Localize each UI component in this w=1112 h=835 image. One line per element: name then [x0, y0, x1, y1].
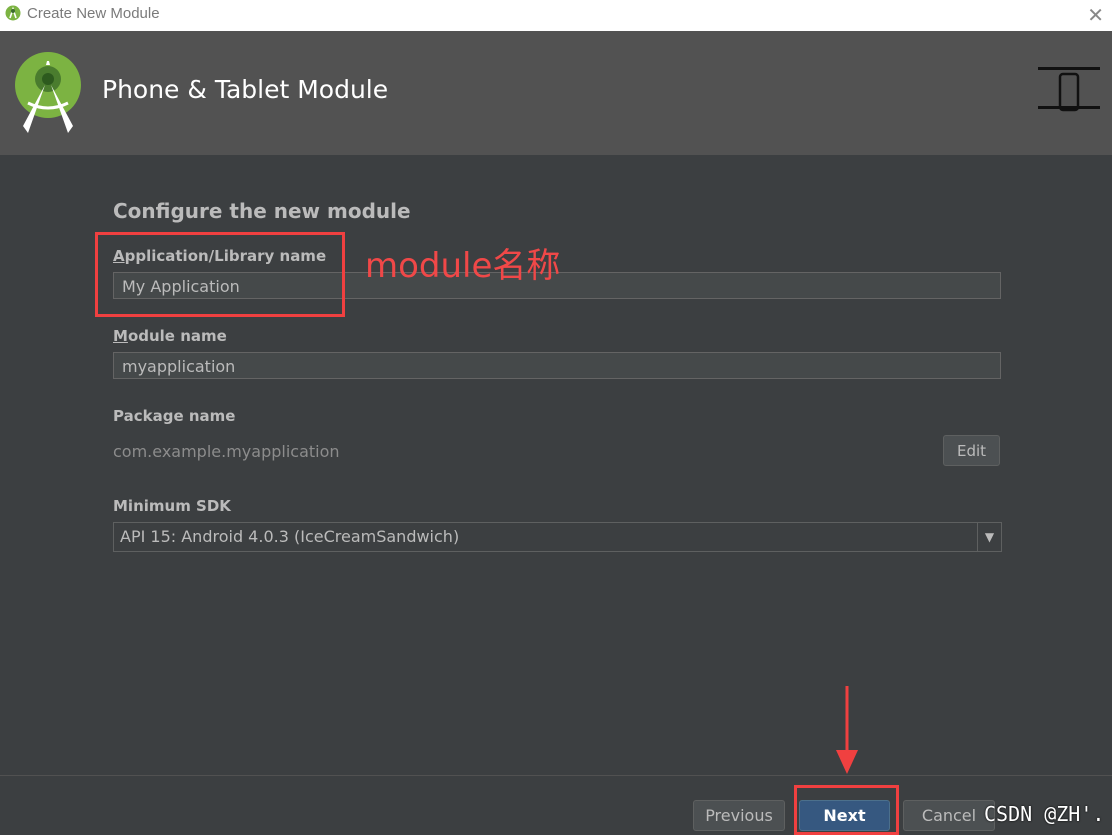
watermark: CSDN @ZH'. [984, 802, 1105, 826]
min-sdk-value: API 15: Android 4.0.3 (IceCreamSandwich) [120, 527, 460, 546]
cancel-button[interactable]: Cancel [903, 800, 995, 831]
dropdown-arrow-icon[interactable]: ▼ [977, 523, 1001, 551]
annotation-box-app-name [95, 232, 345, 317]
window-titlebar: Create New Module ✕ [0, 0, 1112, 31]
section-title: Configure the new module [113, 199, 411, 223]
wizard-footer: Previous Next Cancel [0, 776, 1112, 835]
package-name-value: com.example.myapplication [113, 442, 340, 461]
wizard-header: Phone & Tablet Module [0, 31, 1112, 155]
min-sdk-select[interactable]: API 15: Android 4.0.3 (IceCreamSandwich)… [113, 522, 1002, 552]
phone-tablet-icon [1038, 67, 1100, 112]
annotation-box-next [794, 785, 899, 835]
module-name-label: Module name [113, 327, 227, 345]
module-name-input[interactable]: myapplication [113, 352, 1001, 379]
android-studio-icon [5, 5, 21, 21]
close-icon[interactable]: ✕ [1087, 3, 1104, 27]
min-sdk-label: Minimum SDK [113, 497, 231, 515]
android-studio-logo [15, 52, 81, 133]
previous-button[interactable]: Previous [693, 800, 785, 831]
page-title: Phone & Tablet Module [102, 75, 389, 104]
annotation-label: module名称 [365, 246, 561, 286]
window-title: Create New Module [27, 5, 160, 22]
package-name-label: Package name [113, 407, 236, 425]
edit-package-button[interactable]: Edit [943, 435, 1000, 466]
red-arrow [836, 686, 858, 774]
